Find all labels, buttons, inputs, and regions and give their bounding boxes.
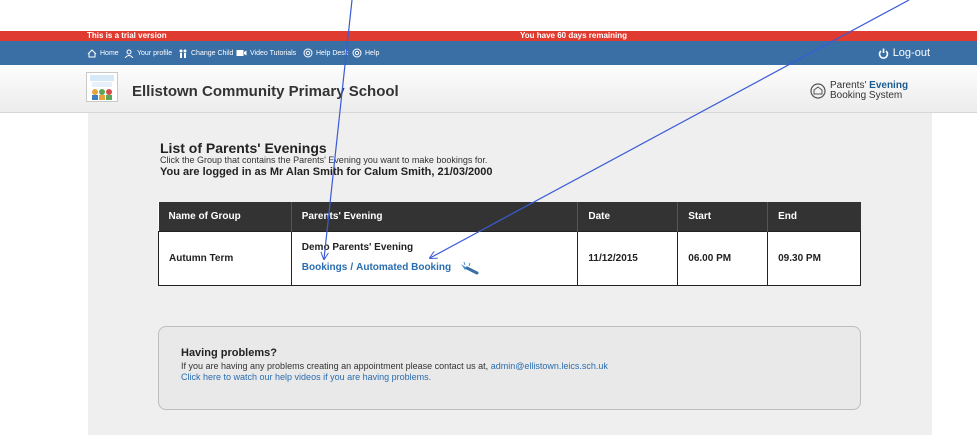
top-nav: Home Your profile Change Child Video Tut… xyxy=(0,41,977,65)
table-header-row: Name of Group Parents' Evening Date Star… xyxy=(158,202,861,231)
end-cell: 09.30 PM xyxy=(767,230,861,286)
days-remaining-text: You have 60 days remaining xyxy=(520,31,628,40)
nav-your-profile[interactable]: Your profile xyxy=(124,41,172,65)
brand-emblem-icon xyxy=(810,83,826,99)
help-contact-text: If you are having any problems creating … xyxy=(181,361,489,371)
evening-cell: Demo Parents' Evening Bookings / Automat… xyxy=(290,230,579,286)
logged-in-status: You are logged in as Mr Alan Smith for C… xyxy=(160,166,493,178)
school-name: Ellistown Community Primary School xyxy=(132,83,399,100)
help-box: Having problems? If you are having any p… xyxy=(158,326,861,410)
trial-banner: This is a trial version You have 60 days… xyxy=(0,31,977,41)
header-parents-evening: Parents' Evening xyxy=(290,202,578,231)
help-title: Having problems? xyxy=(181,347,277,359)
parents-evenings-table: Name of Group Parents' Evening Date Star… xyxy=(158,202,861,286)
trial-version-text: This is a trial version xyxy=(87,31,167,40)
brand-line2: Booking System xyxy=(830,90,903,101)
help-videos-link[interactable]: Click here to watch our help videos if y… xyxy=(181,372,431,382)
nav-help-label: Help xyxy=(365,49,380,57)
magic-wand-icon[interactable] xyxy=(459,261,479,275)
link-separator: / xyxy=(350,262,354,273)
home-icon xyxy=(87,48,97,57)
nav-your-profile-label: Your profile xyxy=(137,49,173,57)
header-start: Start xyxy=(677,202,768,231)
header-name-of-group: Name of Group xyxy=(158,202,292,231)
group-cell: Autumn Term xyxy=(158,230,292,286)
nav-video-tutorials[interactable]: Video Tutorials xyxy=(236,41,296,65)
help-icon xyxy=(352,48,362,58)
nav-video-tutorials-label: Video Tutorials xyxy=(250,49,297,57)
logout-button[interactable]: Log-out xyxy=(878,41,930,65)
header-end: End xyxy=(767,202,861,231)
date-cell: 11/12/2015 xyxy=(577,230,679,286)
nav-home[interactable]: Home xyxy=(87,41,119,65)
video-icon xyxy=(236,50,247,56)
site-header: Ellistown Community Primary School Paren… xyxy=(0,65,977,113)
nav-help[interactable]: Help xyxy=(352,41,379,65)
start-cell: 06.00 PM xyxy=(677,230,769,286)
table-row: Autumn Term Demo Parents' Evening Bookin… xyxy=(158,230,861,286)
help-desk-icon xyxy=(303,48,313,58)
header-date: Date xyxy=(577,202,678,231)
help-contact-line: If you are having any problems creating … xyxy=(181,361,608,371)
change-child-icon xyxy=(179,49,187,58)
bookings-link[interactable]: Bookings xyxy=(302,262,348,273)
nav-change-child[interactable]: Change Child xyxy=(178,41,233,65)
page-title: List of Parents' Evenings xyxy=(160,140,327,156)
school-logo xyxy=(86,72,118,102)
school-crest-image xyxy=(90,75,114,100)
automated-booking-link[interactable]: Automated Booking xyxy=(356,262,451,273)
evening-name: Demo Parents' Evening xyxy=(301,241,414,253)
nav-help-desk-label: Help Desk xyxy=(316,49,349,57)
nav-home-label: Home xyxy=(100,49,119,57)
power-icon xyxy=(878,48,888,59)
logout-label: Log-out xyxy=(892,47,930,59)
support-email-link[interactable]: admin@ellistown.leics.sch.uk xyxy=(491,361,608,371)
nav-help-desk[interactable]: Help Desk xyxy=(303,41,348,65)
profile-icon xyxy=(124,49,134,58)
brand-logo: Parents' Evening Booking System xyxy=(810,81,908,101)
nav-change-child-label: Change Child xyxy=(191,49,234,57)
page-subtitle: Click the Group that contains the Parent… xyxy=(160,155,488,165)
